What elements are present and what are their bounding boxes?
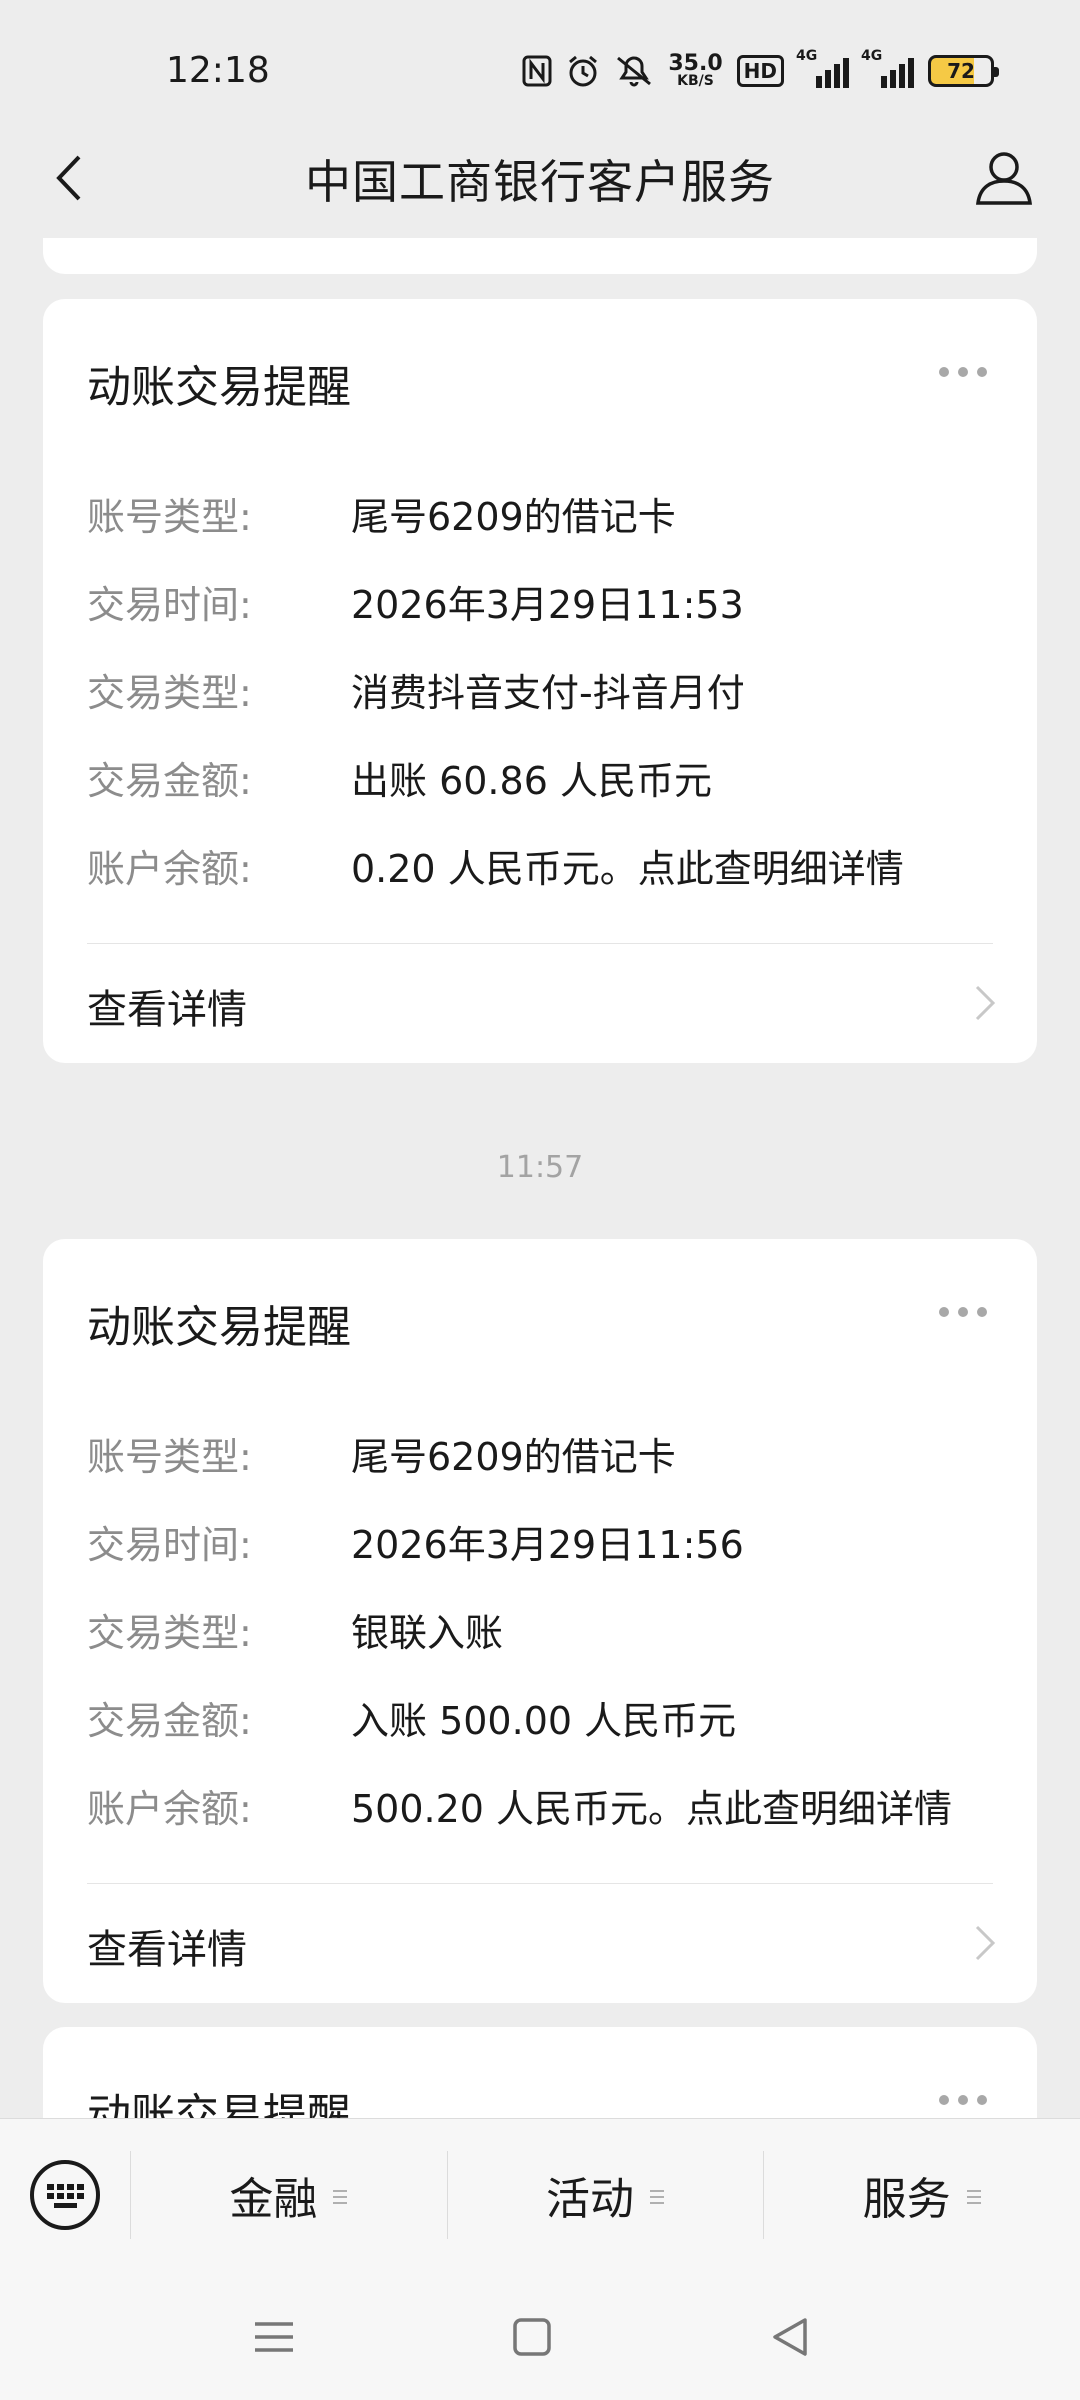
field-row: 账号类型: 尾号6209的借记卡 (87, 469, 1007, 557)
status-time: 12:18 (166, 50, 270, 91)
menu-item-service[interactable]: 服务 (763, 2119, 1080, 2271)
profile-button[interactable] (970, 144, 1038, 212)
field-value: 入账 500.00 人民币元 (351, 1698, 737, 1743)
submenu-icon (966, 2189, 981, 2204)
more-options-icon[interactable] (939, 1307, 987, 1317)
field-value: 2026年3月29日11:56 (351, 1522, 744, 1567)
card-fields: 账号类型: 尾号6209的借记卡 交易时间: 2026年3月29日11:56 交… (87, 1409, 1007, 1849)
field-row: 交易时间: 2026年3月29日11:56 (87, 1497, 1007, 1585)
field-value: 尾号6209的借记卡 (351, 1434, 676, 1479)
submenu-icon (333, 2189, 348, 2204)
card-divider (87, 943, 993, 944)
alarm-icon (569, 55, 598, 87)
signal-2-icon: 4G (861, 48, 914, 88)
message-card[interactable]: 动账交易提醒 账号类型: 尾号6209的借记卡 交易时间: 2026年3月29日… (43, 299, 1037, 1063)
status-icons: 35.0 KB/S HD 4G 4G 72 (522, 48, 999, 94)
field-value: 银联入账 (351, 1610, 504, 1655)
field-label: 交易时间: (87, 1522, 252, 1567)
person-icon (976, 152, 1032, 205)
balance-detail-link[interactable]: 0.20 人民币元。点此查明细详情 (351, 838, 904, 893)
network-speed: 35.0 KB/S (668, 51, 723, 89)
field-label: 账户余额: (87, 1786, 252, 1831)
bottom-menu: 金融 活动 服务 (0, 2118, 1080, 2270)
system-nav-bar (0, 2270, 1080, 2400)
chevron-right-icon (975, 1925, 996, 1961)
card-divider (87, 1883, 993, 1884)
field-row: 交易时间: 2026年3月29日11:53 (87, 557, 1007, 645)
field-label: 交易类型: (87, 1610, 252, 1655)
menu-icon[interactable] (249, 2312, 299, 2362)
message-timestamp: 11:57 (496, 1150, 584, 1185)
signal-1-icon: 4G (796, 48, 849, 88)
previous-message-card[interactable] (43, 238, 1037, 274)
mute-icon (617, 56, 652, 87)
field-row: 交易类型: 银联入账 (87, 1585, 1007, 1673)
battery-icon: 72 (928, 55, 999, 87)
card-title: 动账交易提醒 (87, 362, 351, 413)
field-row: 交易金额: 出账 60.86 人民币元 (87, 733, 1007, 821)
battery-level: 72 (947, 59, 975, 83)
back-icon[interactable] (765, 2312, 815, 2362)
menu-item-activity[interactable]: 活动 (446, 2119, 764, 2271)
card-title: 动账交易提醒 (87, 1302, 351, 1353)
field-label: 交易类型: (87, 670, 252, 715)
field-label: 交易金额: (87, 758, 252, 803)
keyboard-toggle-button[interactable] (0, 2119, 130, 2271)
hd-badge: HD (736, 55, 784, 87)
nav-bar: 中国工商银行客户服务 (0, 118, 1080, 238)
view-details-link[interactable]: 查看详情 (87, 977, 247, 1035)
field-label: 账户余额: (87, 846, 252, 891)
field-row: 交易金额: 入账 500.00 人民币元 (87, 1673, 1007, 1761)
message-list[interactable]: 动账交易提醒 账号类型: 尾号6209的借记卡 交易时间: 2026年3月29日… (0, 238, 1080, 2118)
field-label: 交易时间: (87, 582, 252, 627)
menu-item-label: 服务 (862, 2173, 951, 2225)
page-title: 中国工商银行客户服务 (305, 155, 775, 209)
signal-2-label: 4G (861, 48, 883, 64)
menu-item-label: 金融 (229, 2173, 318, 2225)
field-row: 账户余额: 0.20 人民币元。点此查明细详情 (87, 821, 1007, 909)
field-label: 账号类型: (87, 494, 252, 539)
card-fields: 账号类型: 尾号6209的借记卡 交易时间: 2026年3月29日11:53 交… (87, 469, 1007, 909)
nfc-icon (522, 55, 552, 87)
field-value: 2026年3月29日11:53 (351, 582, 744, 627)
field-row: 账户余额: 500.20 人民币元。点此查明细详情 (87, 1761, 1007, 1849)
home-icon[interactable] (507, 2312, 557, 2362)
menu-item-label: 活动 (546, 2173, 634, 2225)
balance-detail-link[interactable]: 500.20 人民币元。点此查明细详情 (351, 1778, 952, 1833)
field-row: 账号类型: 尾号6209的借记卡 (87, 1409, 1007, 1497)
signal-1-label: 4G (796, 48, 818, 64)
view-details-link[interactable]: 查看详情 (87, 1917, 247, 1975)
field-value: 尾号6209的借记卡 (351, 494, 676, 539)
menu-item-finance[interactable]: 金融 (130, 2119, 447, 2271)
message-card[interactable]: 动账交易提醒 (43, 2027, 1037, 2118)
chevron-right-icon (975, 985, 996, 1021)
network-speed-unit: KB/S (677, 73, 714, 89)
keyboard-icon (30, 2159, 100, 2230)
submenu-icon (650, 2189, 664, 2204)
network-speed-value: 35.0 (668, 51, 723, 76)
more-options-icon[interactable] (939, 367, 987, 377)
card-title: 动账交易提醒 (87, 2090, 351, 2118)
field-label: 交易金额: (87, 1698, 252, 1743)
more-options-icon[interactable] (939, 2095, 987, 2105)
field-row: 交易类型: 消费抖音支付-抖音月付 (87, 645, 1007, 733)
message-card[interactable]: 动账交易提醒 账号类型: 尾号6209的借记卡 交易时间: 2026年3月29日… (43, 1239, 1037, 2003)
field-value: 出账 60.86 人民币元 (351, 758, 712, 803)
field-label: 账号类型: (87, 1434, 252, 1479)
field-value: 消费抖音支付-抖音月付 (351, 670, 745, 715)
